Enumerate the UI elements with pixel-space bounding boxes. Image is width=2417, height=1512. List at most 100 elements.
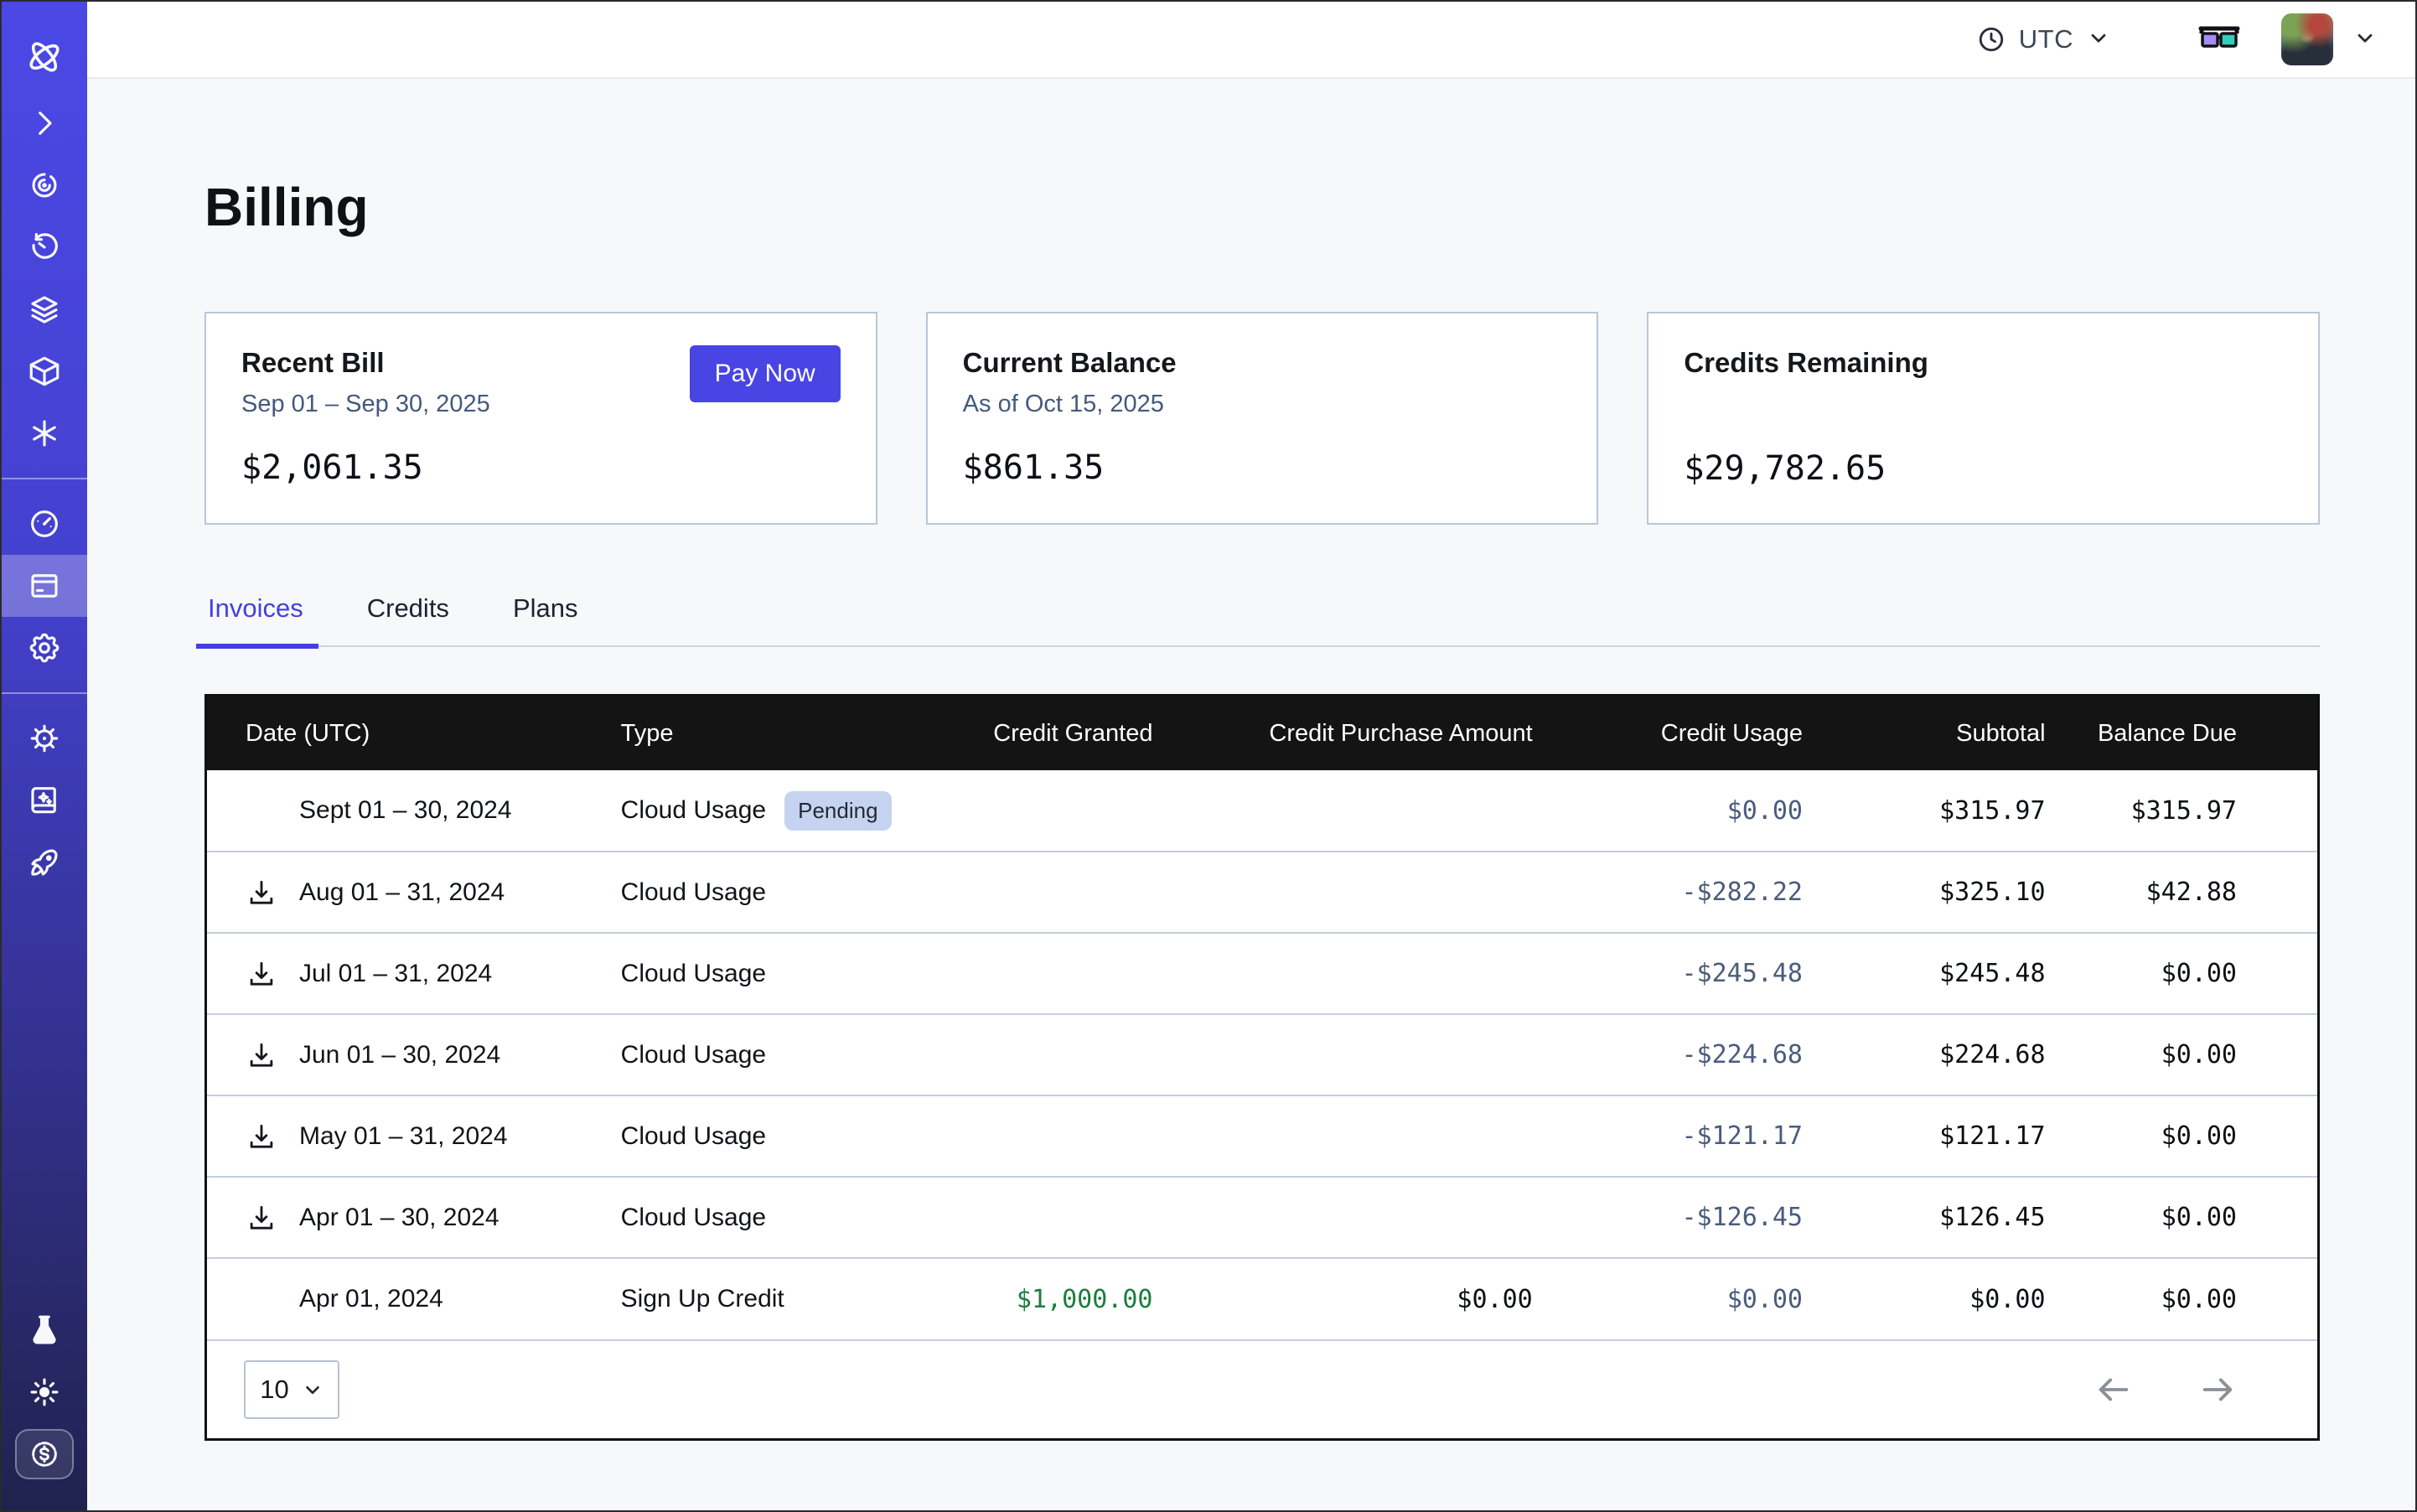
invoice-row: Sept 01 – 30, 2024 Cloud Usage Pending $… xyxy=(207,770,2317,852)
sidebar-divider xyxy=(2,478,87,479)
download-invoice-button[interactable] xyxy=(246,877,277,909)
settings-gear-icon xyxy=(27,630,62,665)
user-avatar[interactable] xyxy=(2281,13,2333,65)
download-icon xyxy=(246,1202,277,1234)
previous-page-button[interactable] xyxy=(2094,1370,2133,1409)
clock-icon xyxy=(1977,25,2006,54)
download-invoice-button[interactable] xyxy=(246,1202,277,1234)
invoice-row: Apr 01, 2024 Sign Up Credit $1,000.00 $0… xyxy=(207,1258,2317,1339)
page-size-select[interactable]: 10 xyxy=(244,1360,339,1419)
badge-dollar-icon xyxy=(28,1437,61,1471)
sidebar-item-badge-dollar[interactable] xyxy=(2,1423,87,1485)
sun-icon xyxy=(27,1375,62,1410)
invoice-date: Aug 01 – 31, 2024 xyxy=(299,878,505,907)
download-invoice-button[interactable] xyxy=(246,958,277,990)
download-icon xyxy=(246,1121,277,1152)
credits-remaining-card: Credits Remaining $29,782.65 xyxy=(1647,312,2320,525)
next-page-button[interactable] xyxy=(2198,1370,2237,1409)
invoice-date: Apr 01 – 30, 2024 xyxy=(299,1204,499,1232)
column-header: Credit Usage xyxy=(1583,696,1853,770)
invoice-type: Cloud Usage xyxy=(621,1041,766,1069)
balance-due-value: $0.00 xyxy=(2161,1285,2237,1314)
topbar: UTC xyxy=(87,2,2415,79)
download-icon xyxy=(246,958,277,990)
asterisk-icon xyxy=(27,416,62,451)
invoice-row: May 01 – 31, 2024 Cloud Usage -$121.17 $… xyxy=(207,1095,2317,1177)
subtotal-value: $0.00 xyxy=(1969,1285,2045,1314)
invoice-type: Cloud Usage xyxy=(621,796,766,825)
sidebar-item-asterisk[interactable] xyxy=(2,402,87,464)
column-header: Credit Purchase Amount xyxy=(1203,696,1582,770)
credits-button[interactable] xyxy=(15,1429,74,1479)
pay-now-button[interactable]: Pay Now xyxy=(690,345,841,402)
status-badge: Pending xyxy=(784,791,891,831)
invoices-table: Date (UTC)TypeCredit GrantedCredit Purch… xyxy=(204,694,2320,1441)
sidebar-item-layers[interactable] xyxy=(2,278,87,340)
recent-bill-amount: $2,061.35 xyxy=(241,448,841,487)
invoice-type: Cloud Usage xyxy=(621,960,766,988)
tab-plans[interactable]: Plans xyxy=(510,593,582,645)
invoice-date: Jun 01 – 30, 2024 xyxy=(299,1041,500,1069)
subtotal-value: $315.97 xyxy=(1939,796,2045,826)
sidebar-item-billing-card[interactable] xyxy=(2,555,87,617)
sidebar-item-sun[interactable] xyxy=(2,1361,87,1423)
table-pagination: 10 xyxy=(207,1339,2317,1438)
invoice-type: Cloud Usage xyxy=(621,1204,766,1232)
download-invoice-button[interactable] xyxy=(246,1121,277,1152)
gauge-icon xyxy=(27,506,62,541)
balance-due-value: $0.00 xyxy=(2161,1040,2237,1069)
chevron-down-icon xyxy=(302,1379,323,1401)
sidebar-item-history[interactable] xyxy=(2,216,87,278)
sidebar-item-flask[interactable] xyxy=(2,1299,87,1361)
main-content: Billing Recent Bill Sep 01 – Sep 30, 202… xyxy=(87,79,2415,1510)
billing-card-icon xyxy=(27,568,62,603)
download-invoice-button[interactable] xyxy=(246,1039,277,1071)
page-title: Billing xyxy=(204,176,2320,238)
credit-usage-value: -$126.45 xyxy=(1682,1203,1804,1232)
subtotal-value: $245.48 xyxy=(1939,959,2045,988)
invoice-row: Aug 01 – 31, 2024 Cloud Usage -$282.22 $… xyxy=(207,852,2317,933)
card-subtitle: As of Oct 15, 2025 xyxy=(963,391,1562,418)
chevron-right-icon xyxy=(27,106,62,141)
sidebar-divider xyxy=(2,692,87,694)
timezone-label: UTC xyxy=(2019,24,2073,54)
credit-purchase-value: $0.00 xyxy=(1457,1285,1532,1314)
sidebar-item-book-sparkle[interactable] xyxy=(2,769,87,831)
invoice-row: Jun 01 – 30, 2024 Cloud Usage -$224.68 $… xyxy=(207,1014,2317,1095)
credit-usage-value: -$282.22 xyxy=(1682,878,1804,907)
arrow-right-icon xyxy=(2198,1370,2237,1409)
recent-bill-card: Recent Bill Sep 01 – Sep 30, 2025 $2,061… xyxy=(204,312,877,525)
invoice-date: Apr 01, 2024 xyxy=(299,1285,443,1313)
sidebar-item-gauge[interactable] xyxy=(2,493,87,555)
table-header-row: Date (UTC)TypeCredit GrantedCredit Purch… xyxy=(207,696,2317,770)
tab-invoices[interactable]: Invoices xyxy=(204,593,307,645)
credit-usage-value: -$245.48 xyxy=(1682,959,1804,988)
3d-glasses-icon[interactable] xyxy=(2197,25,2241,54)
sidebar-item-spiral-eye[interactable] xyxy=(2,154,87,216)
current-balance-card: Current Balance As of Oct 15, 2025 $861.… xyxy=(926,312,1599,525)
card-title: Credits Remaining xyxy=(1684,347,2283,379)
flask-icon xyxy=(27,1313,62,1348)
account-menu-chevron-icon[interactable] xyxy=(2353,26,2377,54)
tab-credits[interactable]: Credits xyxy=(364,593,453,645)
subtotal-value: $325.10 xyxy=(1939,878,2045,907)
sidebar-item-cube[interactable] xyxy=(2,340,87,402)
invoice-date: May 01 – 31, 2024 xyxy=(299,1122,508,1151)
timezone-selector[interactable]: UTC xyxy=(1977,24,2110,54)
invoice-date: Jul 01 – 31, 2024 xyxy=(299,960,492,988)
sidebar-item-chevron-right[interactable] xyxy=(2,92,87,154)
sidebar-item-helm[interactable] xyxy=(2,707,87,769)
credit-usage-value: -$224.68 xyxy=(1682,1040,1804,1069)
column-header: Type xyxy=(581,696,919,770)
balance-due-value: $315.97 xyxy=(2131,796,2237,826)
current-balance-amount: $861.35 xyxy=(963,448,1562,487)
credits-remaining-amount: $29,782.65 xyxy=(1684,449,2283,488)
sidebar-item-settings-gear[interactable] xyxy=(2,617,87,679)
sidebar-item-rocket[interactable] xyxy=(2,831,87,893)
summary-cards: Recent Bill Sep 01 – Sep 30, 2025 $2,061… xyxy=(204,312,2320,525)
invoice-type: Sign Up Credit xyxy=(621,1285,784,1313)
rocket-icon xyxy=(27,845,62,880)
credit-usage-value: $0.00 xyxy=(1727,1285,1803,1314)
invoice-row: Jul 01 – 31, 2024 Cloud Usage -$245.48 $… xyxy=(207,933,2317,1014)
sidebar-item-logo-orbit[interactable] xyxy=(2,22,87,92)
